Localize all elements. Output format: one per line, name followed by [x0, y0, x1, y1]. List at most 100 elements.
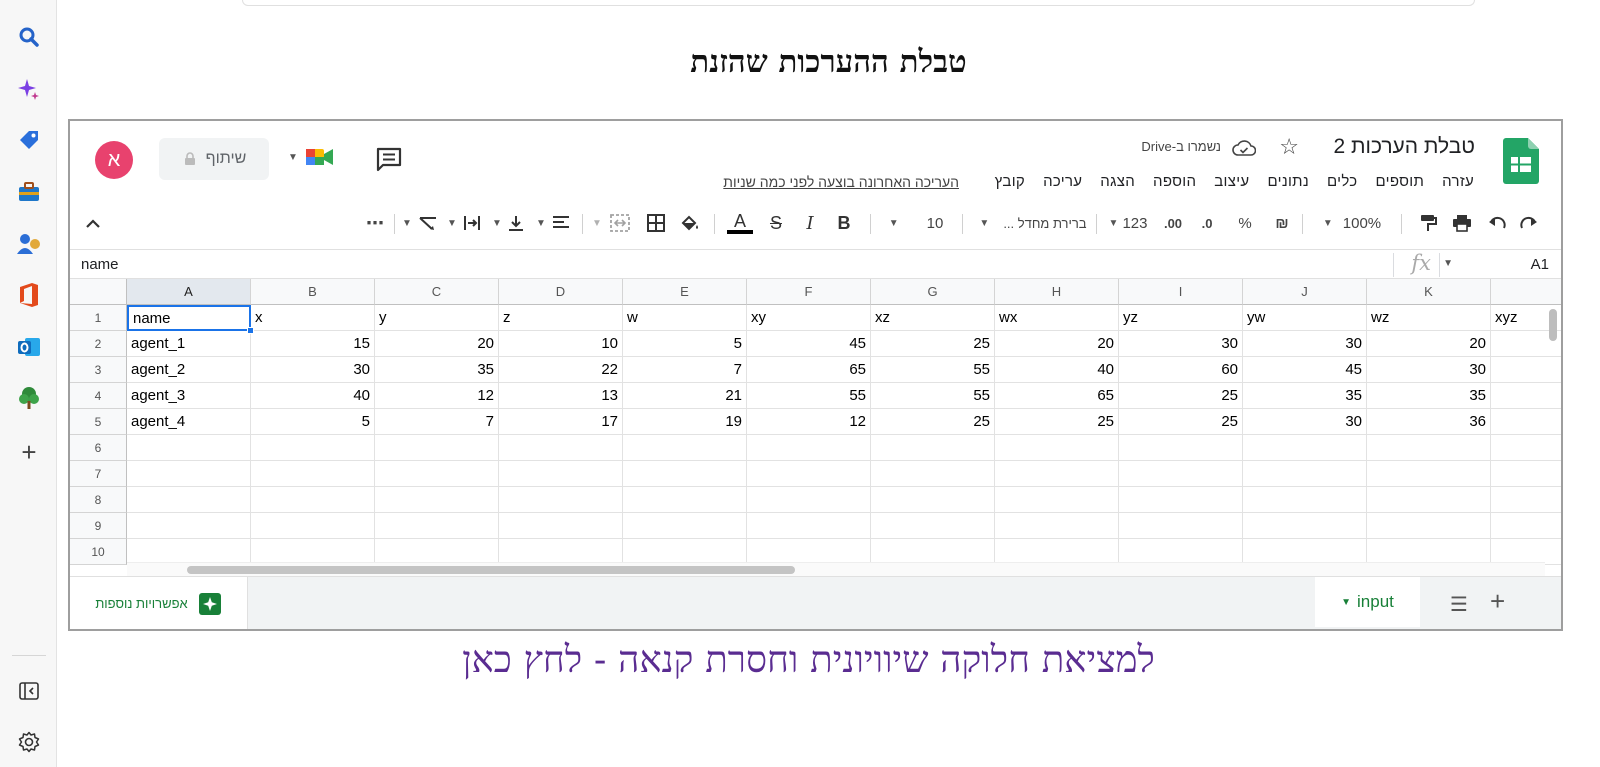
- borders-icon[interactable]: [643, 210, 669, 236]
- empty-cell[interactable]: [1491, 487, 1561, 513]
- empty-cell[interactable]: [995, 461, 1119, 487]
- table-cell[interactable]: 55: [747, 383, 871, 409]
- table-cell[interactable]: [1491, 383, 1561, 409]
- table-cell[interactable]: 10: [499, 331, 623, 357]
- menu-addons[interactable]: תוספים: [1366, 173, 1433, 190]
- column-header-i[interactable]: I: [1119, 279, 1243, 305]
- empty-cell[interactable]: [1367, 487, 1491, 513]
- column-header[interactable]: [1491, 279, 1561, 305]
- menu-file[interactable]: קובץ: [986, 173, 1034, 190]
- empty-cell[interactable]: [1491, 461, 1561, 487]
- explore-button[interactable]: אפשרויות נוספות: [70, 577, 248, 629]
- fair-division-link[interactable]: למציאת חלוקה שיוויונית וחסרת קנאה - לחץ …: [57, 638, 1600, 682]
- table-cell[interactable]: 60: [1119, 357, 1243, 383]
- zoom-select[interactable]: ▼ 100%: [1315, 210, 1389, 236]
- table-cell[interactable]: 45: [747, 331, 871, 357]
- column-header-k[interactable]: K: [1367, 279, 1491, 305]
- table-cell[interactable]: 55: [871, 383, 995, 409]
- table-cell[interactable]: 40: [251, 383, 375, 409]
- formula-bar[interactable]: name fx ▼ A1: [70, 249, 1561, 279]
- table-cell[interactable]: 7: [375, 409, 499, 435]
- empty-cell[interactable]: [623, 461, 747, 487]
- undo-icon[interactable]: [1483, 210, 1509, 236]
- table-cell[interactable]: agent_3: [127, 383, 251, 409]
- empty-cell[interactable]: [251, 461, 375, 487]
- empty-cell[interactable]: [1367, 513, 1491, 539]
- empty-cell[interactable]: [127, 461, 251, 487]
- menu-help[interactable]: עזרה: [1433, 173, 1483, 190]
- row-header[interactable]: 5: [70, 409, 127, 435]
- row-header[interactable]: 9: [70, 513, 127, 539]
- table-cell[interactable]: 12: [375, 383, 499, 409]
- table-cell[interactable]: 20: [375, 331, 499, 357]
- star-icon[interactable]: ☆: [1279, 134, 1299, 160]
- header-cell[interactable]: y: [375, 305, 499, 331]
- fill-handle[interactable]: [247, 327, 254, 334]
- table-cell[interactable]: [1491, 409, 1561, 435]
- table-cell[interactable]: 30: [1243, 409, 1367, 435]
- sheet-tab-input[interactable]: ▼ input: [1315, 577, 1420, 627]
- table-cell[interactable]: 30: [1243, 331, 1367, 357]
- table-cell[interactable]: 21: [623, 383, 747, 409]
- table-cell[interactable]: 7: [623, 357, 747, 383]
- empty-cell[interactable]: [747, 461, 871, 487]
- empty-cell[interactable]: [127, 513, 251, 539]
- empty-cell[interactable]: [995, 487, 1119, 513]
- text-wrap-button[interactable]: ▼: [443, 210, 485, 236]
- table-cell[interactable]: 30: [251, 357, 375, 383]
- empty-cell[interactable]: [1243, 513, 1367, 539]
- header-cell[interactable]: xy: [747, 305, 871, 331]
- empty-cell[interactable]: [747, 487, 871, 513]
- horizontal-scroll-thumb[interactable]: [187, 566, 795, 574]
- empty-cell[interactable]: [623, 487, 747, 513]
- table-cell[interactable]: 20: [1367, 331, 1491, 357]
- people-icon[interactable]: [14, 229, 44, 259]
- italic-button[interactable]: I: [799, 210, 821, 236]
- table-cell[interactable]: 25: [871, 331, 995, 357]
- decrease-decimal-button[interactable]: .0: [1193, 210, 1221, 236]
- empty-cell[interactable]: [1119, 461, 1243, 487]
- empty-cell[interactable]: [251, 435, 375, 461]
- tree-icon[interactable]: [14, 383, 44, 413]
- column-header-c[interactable]: C: [375, 279, 499, 305]
- menu-tools[interactable]: כלים: [1318, 173, 1367, 190]
- horizontal-align-button[interactable]: ▼: [531, 210, 575, 236]
- table-cell[interactable]: agent_2: [127, 357, 251, 383]
- toolbox-icon[interactable]: [14, 177, 44, 207]
- empty-cell[interactable]: [995, 435, 1119, 461]
- font-size-select[interactable]: ▼ 10: [877, 210, 955, 236]
- empty-cell[interactable]: [375, 487, 499, 513]
- empty-cell[interactable]: [375, 435, 499, 461]
- vertical-scroll-thumb[interactable]: [1549, 309, 1557, 341]
- number-format-select[interactable]: ▼ 123: [1105, 210, 1151, 236]
- menu-edit[interactable]: עריכה: [1034, 173, 1091, 190]
- table-cell[interactable]: 17: [499, 409, 623, 435]
- table-cell[interactable]: 35: [1367, 383, 1491, 409]
- increase-decimal-button[interactable]: .00: [1157, 210, 1189, 236]
- row-header[interactable]: 4: [70, 383, 127, 409]
- menu-data[interactable]: נתונים: [1258, 173, 1318, 190]
- empty-cell[interactable]: [251, 513, 375, 539]
- empty-cell[interactable]: [499, 487, 623, 513]
- empty-cell[interactable]: [1119, 487, 1243, 513]
- empty-cell[interactable]: [1367, 435, 1491, 461]
- paint-format-icon[interactable]: [1415, 210, 1441, 236]
- column-header-h[interactable]: H: [995, 279, 1119, 305]
- empty-cell[interactable]: [871, 461, 995, 487]
- empty-cell[interactable]: [871, 435, 995, 461]
- empty-cell[interactable]: [1491, 513, 1561, 539]
- table-cell[interactable]: 25: [995, 409, 1119, 435]
- column-header-g[interactable]: G: [871, 279, 995, 305]
- empty-cell[interactable]: [499, 461, 623, 487]
- print-icon[interactable]: [1449, 210, 1475, 236]
- empty-cell[interactable]: [747, 435, 871, 461]
- table-cell[interactable]: 65: [747, 357, 871, 383]
- table-cell[interactable]: 5: [623, 331, 747, 357]
- column-header-d[interactable]: D: [499, 279, 623, 305]
- table-cell[interactable]: 35: [1243, 383, 1367, 409]
- row-header[interactable]: 3: [70, 357, 127, 383]
- table-cell[interactable]: 40: [995, 357, 1119, 383]
- menu-view[interactable]: הצגה: [1091, 173, 1144, 190]
- sheets-logo-icon[interactable]: [1503, 138, 1539, 184]
- empty-cell[interactable]: [375, 513, 499, 539]
